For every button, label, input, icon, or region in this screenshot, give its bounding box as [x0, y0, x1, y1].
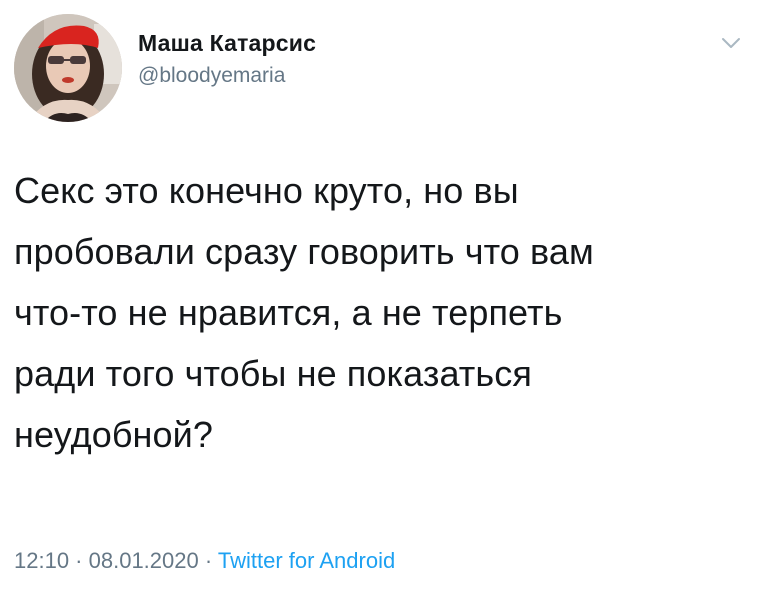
meta-separator: · — [198, 548, 218, 573]
tweet-date[interactable]: 08.01.2020 — [89, 548, 199, 573]
tweet-meta: 12:10 · 08.01.2020 · Twitter for Android — [14, 546, 395, 576]
avatar[interactable] — [14, 14, 122, 122]
display-name[interactable]: Маша Катарсис — [138, 28, 316, 58]
tweet-card: Маша Катарсис @bloodyemaria Секс это кон… — [0, 0, 763, 600]
meta-separator: · — [69, 548, 89, 573]
tweet-text: Секс это конечно круто, но вы пробовали … — [14, 170, 594, 455]
tweet-time[interactable]: 12:10 — [14, 548, 69, 573]
user-handle[interactable]: @bloodyemaria — [138, 62, 316, 90]
chevron-down-icon[interactable] — [721, 36, 741, 50]
tweet-source-link[interactable]: Twitter for Android — [218, 548, 395, 573]
author-block[interactable]: Маша Катарсис @bloodyemaria — [138, 28, 316, 90]
